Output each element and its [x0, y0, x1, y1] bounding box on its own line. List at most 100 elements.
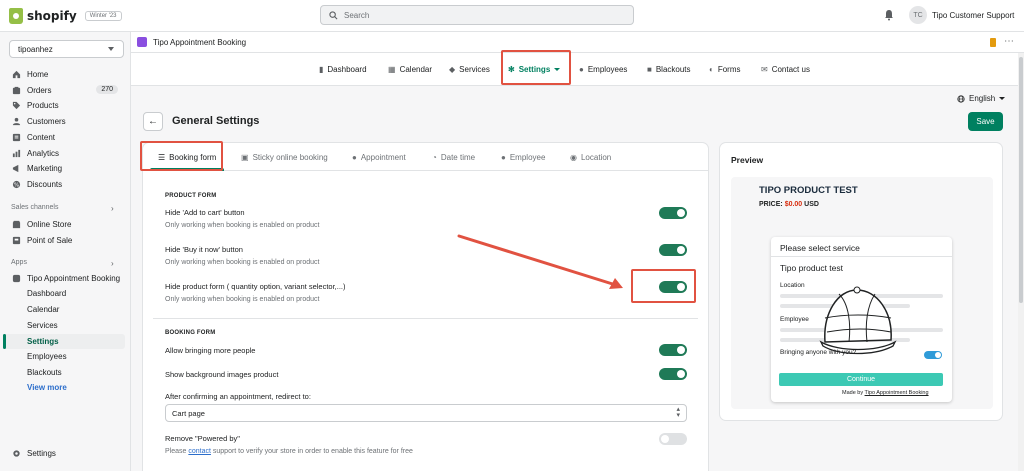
allow-more-people-toggle[interactable] — [659, 344, 687, 356]
sidebar-item-tipo-app[interactable]: Tipo Appointment Booking — [0, 271, 131, 286]
select-service-title: Please select service — [780, 243, 860, 253]
account-name[interactable]: Tipo Customer Support — [932, 11, 1014, 20]
home-icon — [12, 70, 21, 79]
tab-label: Location — [580, 152, 612, 162]
nav-calendar[interactable]: ▦ Calendar — [388, 53, 432, 86]
search-icon — [329, 10, 338, 19]
apps-heading[interactable]: Apps › — [11, 259, 126, 268]
settings-label: Settings — [27, 449, 56, 458]
sidebar-item-label: Discounts — [27, 180, 63, 189]
tag-icon — [12, 101, 21, 110]
hide-add-to-cart-label: Hide 'Add to cart' button — [165, 208, 245, 217]
nav-employees[interactable]: ● Employees — [579, 53, 627, 86]
logo-text: shopify — [27, 9, 77, 23]
sidebar-subitem-calendar[interactable]: Calendar — [27, 302, 59, 317]
chart-icon: ▮ — [319, 65, 324, 74]
view-more-link[interactable]: View more — [27, 380, 67, 395]
show-bg-images-toggle[interactable] — [659, 368, 687, 380]
language-selector[interactable]: English — [957, 94, 1006, 103]
tab-label: Employee — [509, 152, 546, 162]
nav-services[interactable]: ◆ Services — [449, 53, 490, 86]
nav-label: Services — [459, 65, 490, 74]
sidebar-subitem-blackouts[interactable]: Blackouts — [27, 365, 62, 380]
sales-channels-label: Sales channels — [11, 204, 59, 211]
marketing-icon — [12, 164, 19, 173]
sidebar-item-content[interactable]: Content — [0, 130, 131, 145]
search-input[interactable]: Search — [320, 5, 634, 25]
scrollbar-thumb[interactable] — [1019, 57, 1023, 303]
sidebar-item-home[interactable]: Home — [0, 67, 131, 82]
apps-label: Apps — [11, 259, 27, 266]
sidebar-item-label: Home — [27, 70, 49, 79]
save-button[interactable]: Save — [968, 112, 1003, 131]
sidebar-item-label: Customers — [27, 117, 66, 126]
sidebar-item-discounts[interactable]: % Discounts — [0, 177, 131, 192]
tab-date-time[interactable]: ◔ Date time — [432, 143, 475, 171]
sidebar-item-online-store[interactable]: Online Store — [0, 217, 131, 232]
bringing-label: Bringing anyone with you? — [780, 349, 857, 356]
globe-icon — [957, 94, 965, 103]
preview-product-title: TIPO PRODUCT TEST — [759, 185, 858, 196]
nav-blackouts[interactable]: ■ Blackouts — [647, 53, 691, 86]
back-button[interactable]: ← — [143, 112, 163, 131]
sidebar-item-orders[interactable]: Orders 270 — [0, 83, 131, 98]
app-title: Tipo Appointment Booking — [153, 37, 247, 47]
sidebar-subitem-dashboard[interactable]: Dashboard — [27, 286, 66, 301]
orders-icon — [12, 86, 21, 95]
sales-channels-heading[interactable]: Sales channels › — [11, 204, 126, 213]
tab-employee[interactable]: ● Employee — [501, 143, 545, 171]
person-icon — [12, 117, 21, 126]
hide-add-to-cart-help: Only working when booking is enabled on … — [165, 222, 320, 229]
sidebar-subitem-services[interactable]: Services — [27, 318, 58, 333]
scrollbar[interactable] — [1018, 53, 1024, 471]
widget-product-name: Tipo product test — [780, 263, 843, 273]
sidebar-settings[interactable]: Settings — [12, 449, 56, 458]
price-value: $0.00 — [784, 201, 803, 208]
bell-icon[interactable] — [883, 9, 895, 21]
shopify-bag-icon — [9, 8, 23, 24]
pin-icon[interactable] — [990, 38, 996, 47]
chevron-down-icon — [999, 97, 1006, 100]
tab-appointment[interactable]: ● Appointment — [352, 143, 406, 171]
remove-powered-by-toggle[interactable] — [659, 433, 687, 445]
discount-icon: % — [12, 180, 21, 188]
made-by-link[interactable]: Tipo Appointment Booking — [865, 390, 929, 396]
hide-product-form-help: Only working when booking is enabled on … — [165, 296, 320, 303]
nav-dashboard[interactable]: ▮ Dashboard — [319, 53, 367, 86]
shopify-logo[interactable]: shopify Winter '23 — [9, 8, 122, 24]
continue-button[interactable]: Continue — [779, 373, 943, 386]
tab-sticky-online-booking[interactable]: ▣ Sticky online booking — [241, 143, 328, 171]
sidebar-subitem-employees[interactable]: Employees — [27, 349, 67, 364]
sidebar-item-customers[interactable]: Customers — [0, 114, 131, 129]
product-cap-illustration — [819, 286, 897, 355]
version-badge: Winter '23 — [84, 11, 122, 21]
tab-label: Sticky online booking — [252, 152, 328, 162]
contact-link[interactable]: contact — [188, 448, 211, 455]
sidebar-subitem-settings[interactable]: Settings — [27, 334, 59, 349]
hide-buy-now-toggle[interactable] — [659, 244, 687, 256]
nav-label: Blackouts — [655, 65, 691, 74]
avatar[interactable]: TC — [909, 6, 927, 24]
preview-title: Preview — [731, 155, 764, 165]
allow-more-people-label: Allow bringing more people — [165, 346, 256, 355]
nav-contact-us[interactable]: ✉ Contact us — [761, 53, 810, 86]
nav-label: Contact us — [771, 65, 810, 74]
toggle-icon: ◐ — [709, 65, 714, 74]
nav-label: Calendar — [399, 65, 433, 74]
nav-forms[interactable]: ◐ Forms — [709, 53, 741, 86]
sidebar-item-products[interactable]: Products — [0, 98, 131, 113]
redirect-select[interactable]: Cart page ▴ ▾ — [165, 404, 687, 422]
sidebar-item-point-of-sale[interactable]: Point of Sale — [0, 233, 131, 248]
tab-location[interactable]: ◉ Location — [570, 143, 611, 171]
hide-add-to-cart-toggle[interactable] — [659, 207, 687, 219]
sidebar-item-label: Analytics — [27, 149, 60, 158]
sidebar-item-marketing[interactable]: Marketing — [0, 161, 131, 176]
bringing-toggle[interactable] — [924, 351, 942, 359]
clock-icon: ● — [352, 152, 357, 162]
more-options-icon[interactable]: ⋯ — [1004, 36, 1014, 47]
sidebar: tipoanhez Home Orders 270 Products Custo… — [0, 32, 131, 471]
nav-label: Employees — [587, 65, 628, 74]
store-selector[interactable]: tipoanhez — [9, 40, 124, 58]
mail-icon: ✉ — [761, 65, 768, 74]
sidebar-item-analytics[interactable]: Analytics — [0, 146, 131, 161]
